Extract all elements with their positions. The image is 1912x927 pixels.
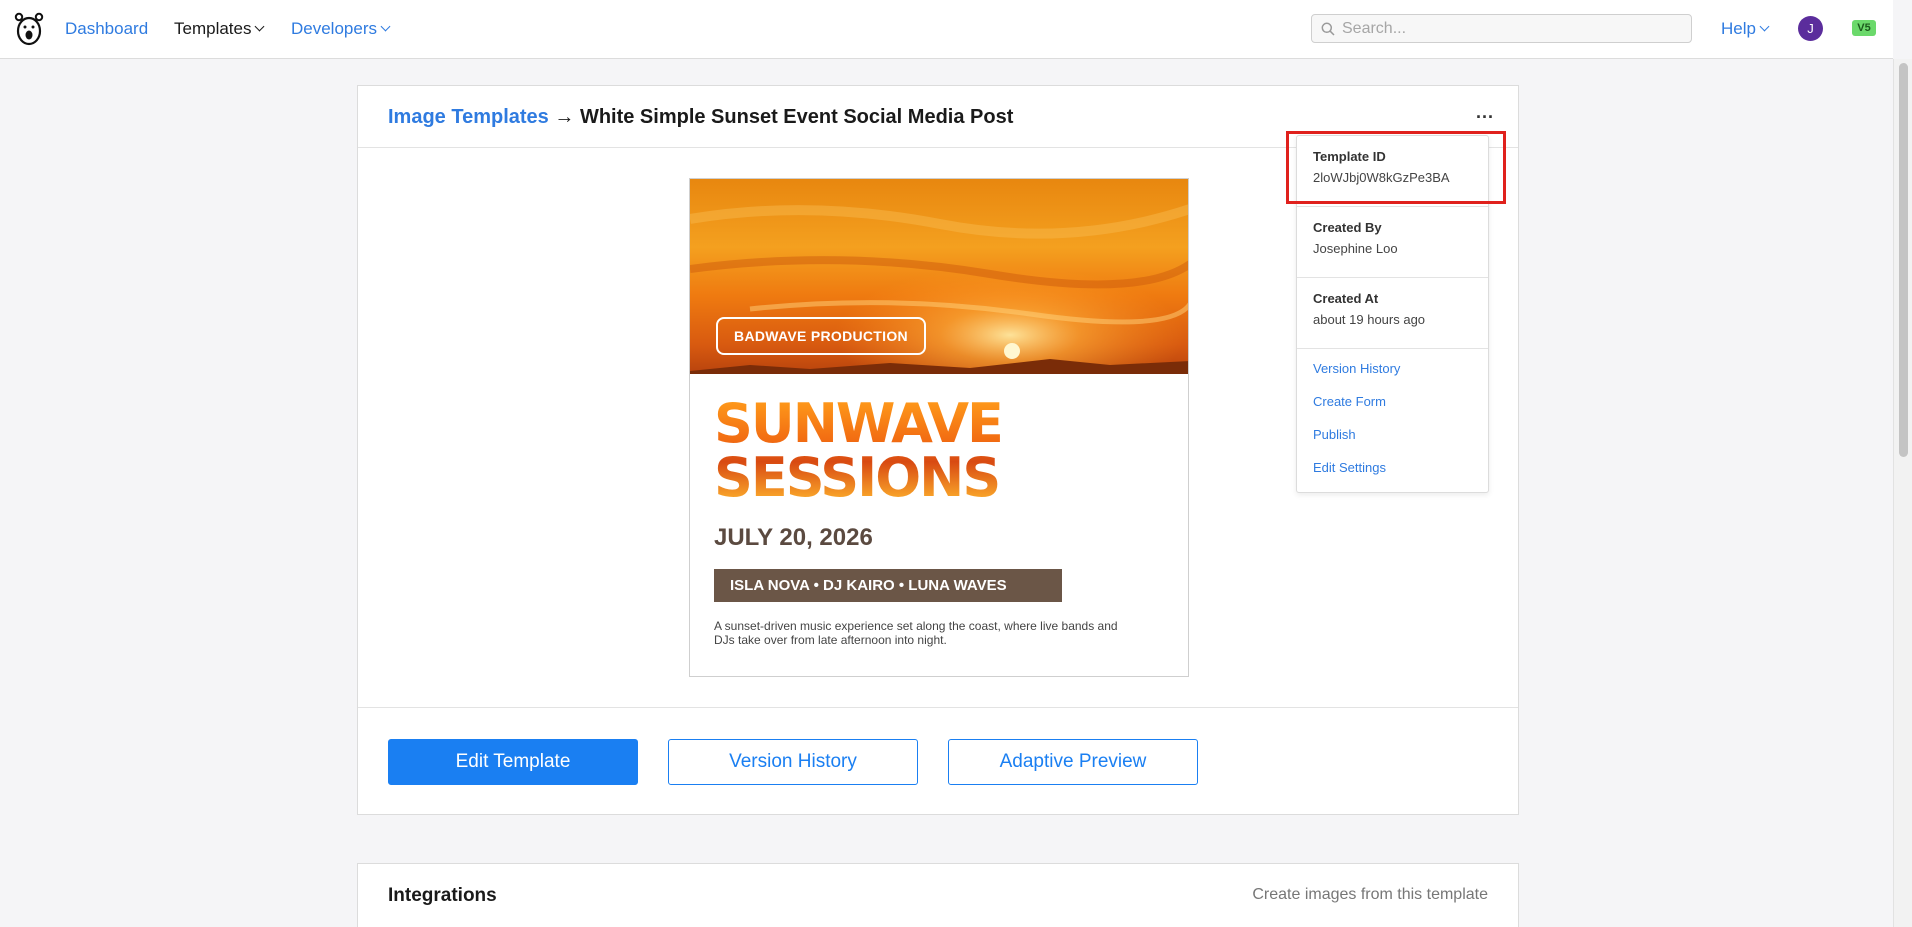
breadcrumb-arrow: → [554, 106, 575, 128]
poster-title-line2: SESSIONS [714, 446, 1000, 509]
production-badge: BADWAVE PRODUCTION [716, 317, 926, 355]
search-input[interactable] [1342, 15, 1687, 42]
nav-developers-label: Developers [291, 19, 377, 38]
scrollbar-thumb[interactable] [1899, 63, 1908, 457]
breadcrumb: Image Templates → White Simple Sunset Ev… [388, 106, 1013, 129]
bear-logo-icon[interactable] [14, 12, 44, 46]
created-by-label: Created By [1313, 220, 1382, 235]
edit-template-button[interactable]: Edit Template [388, 739, 638, 785]
created-by-section: Created By Josephine Loo [1297, 207, 1488, 278]
artist-lineup: ISLA NOVA • DJ KAIRO • LUNA WAVES [714, 569, 1062, 602]
integrations-card: Integrations Create images from this tem… [357, 863, 1519, 927]
template-id-highlight [1286, 131, 1506, 204]
avatar[interactable]: J [1798, 16, 1823, 41]
nav-dashboard[interactable]: Dashboard [65, 19, 148, 39]
search-icon [1321, 22, 1335, 36]
version-badge[interactable]: V5 [1852, 20, 1876, 36]
poster-date: JULY 20, 2026 [714, 524, 873, 551]
version-history-button[interactable]: Version History [668, 739, 918, 785]
integrations-subtitle: Create images from this template [1252, 886, 1488, 903]
nav-help[interactable]: Help [1721, 19, 1770, 39]
top-nav: Dashboard Templates Developers Help J V5 [0, 0, 1893, 59]
nav-help-label: Help [1721, 19, 1756, 38]
menu-edit-settings[interactable]: Edit Settings [1313, 460, 1386, 475]
nav-developers[interactable]: Developers [291, 19, 391, 39]
created-at-label: Created At [1313, 291, 1379, 306]
adaptive-preview-button[interactable]: Adaptive Preview [948, 739, 1198, 785]
poster-title-line1: SUNWAVE [714, 392, 1002, 455]
chevron-down-icon [1759, 21, 1770, 32]
menu-publish[interactable]: Publish [1313, 427, 1356, 442]
nav-templates-label: Templates [174, 19, 252, 38]
search-box[interactable] [1311, 14, 1692, 43]
scrollbar[interactable] [1893, 59, 1912, 927]
divider [358, 707, 1518, 708]
created-at-section: Created At about 19 hours ago [1297, 278, 1488, 349]
more-options-icon[interactable]: ... [1476, 102, 1494, 123]
poster-description: A sunset-driven music experience set alo… [714, 619, 1118, 647]
chevron-down-icon [255, 21, 265, 32]
menu-create-form[interactable]: Create Form [1313, 394, 1386, 409]
created-at-value: about 19 hours ago [1313, 312, 1426, 327]
breadcrumb-image-templates[interactable]: Image Templates [388, 106, 549, 128]
poster-title: SUNWAVE SESSIONS [714, 397, 1114, 505]
chevron-down-icon [380, 21, 391, 32]
nav-templates[interactable]: Templates [174, 19, 265, 39]
page-title: White Simple Sunset Event Social Media P… [579, 106, 1014, 128]
created-by-value: Josephine Loo [1313, 241, 1398, 256]
menu-version-history[interactable]: Version History [1313, 361, 1400, 376]
template-preview: BADWAVE PRODUCTION SUNWAVE SESSIONS JULY… [689, 178, 1189, 677]
integrations-title: Integrations [388, 885, 497, 906]
